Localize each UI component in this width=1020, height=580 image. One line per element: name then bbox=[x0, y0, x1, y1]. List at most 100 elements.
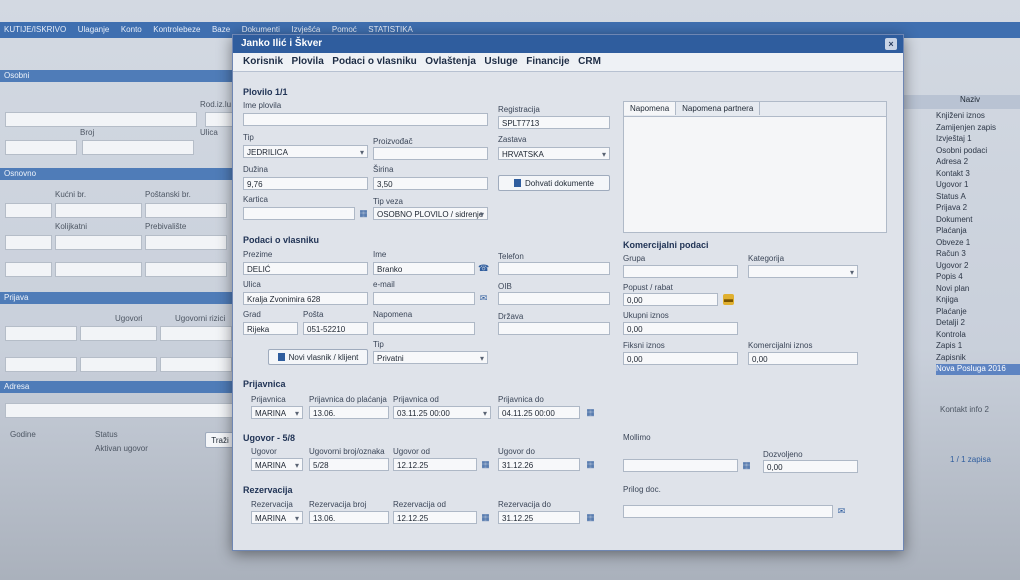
bg-field[interactable] bbox=[5, 403, 237, 418]
rezervacija-do-input[interactable]: 31.12.25 bbox=[498, 511, 580, 524]
duzina-input[interactable]: 9,76 bbox=[243, 177, 368, 190]
list-item[interactable]: Status A bbox=[936, 192, 1020, 203]
mail-icon[interactable]: ✉ bbox=[478, 293, 489, 304]
list-item[interactable]: Obveze 1 bbox=[936, 238, 1020, 249]
prijavnica-od-input[interactable]: 03.11.25 00:00 bbox=[393, 406, 491, 419]
bg-field[interactable] bbox=[145, 235, 227, 250]
menu-item[interactable]: Konto bbox=[121, 25, 142, 34]
ukupni-iznos-input[interactable]: 0,00 bbox=[623, 322, 738, 335]
calendar-icon[interactable]: ▦ bbox=[480, 512, 491, 523]
kartica-input[interactable] bbox=[243, 207, 355, 220]
menu-item[interactable]: Dokumenti bbox=[242, 25, 280, 34]
zastava-select[interactable]: HRVATSKA bbox=[498, 147, 610, 160]
search-button[interactable]: Traži bbox=[205, 432, 235, 448]
folder-icon[interactable]: ▬ bbox=[723, 294, 734, 305]
grupa-input[interactable] bbox=[623, 265, 738, 278]
bg-field[interactable] bbox=[160, 357, 232, 372]
tab-korisnik[interactable]: Korisnik bbox=[243, 56, 283, 67]
oib-input[interactable] bbox=[498, 292, 610, 305]
rezervacija-od-input[interactable]: 12.12.25 bbox=[393, 511, 477, 524]
bg-field[interactable] bbox=[55, 262, 142, 277]
posta-input[interactable]: 051-52210 bbox=[303, 322, 368, 335]
dozvoljeno-input[interactable]: 0,00 bbox=[763, 460, 858, 473]
prezime-input[interactable]: DELIĆ bbox=[243, 262, 368, 275]
list-item[interactable]: Kontakt 3 bbox=[936, 169, 1020, 180]
list-item[interactable]: Osobni podaci bbox=[936, 146, 1020, 157]
list-item[interactable]: Popis 4 bbox=[936, 272, 1020, 283]
calendar-icon[interactable]: ▦ bbox=[358, 208, 369, 219]
prijavnica-placanje-input[interactable]: 13.06. bbox=[309, 406, 389, 419]
tip-vlasnika-select[interactable]: Privatni bbox=[373, 351, 488, 364]
prijavnica-select[interactable]: MARINA bbox=[251, 406, 303, 419]
list-item[interactable]: Zapis 1 bbox=[936, 341, 1020, 352]
bg-field[interactable] bbox=[145, 203, 227, 218]
bg-field[interactable] bbox=[5, 326, 77, 341]
menu-item[interactable]: Pomoć bbox=[332, 25, 357, 34]
notes-textarea[interactable] bbox=[624, 117, 886, 232]
bg-field[interactable] bbox=[145, 262, 227, 277]
bg-field[interactable] bbox=[5, 203, 52, 218]
close-icon[interactable]: × bbox=[885, 38, 897, 50]
bg-checkbox-label[interactable]: Status bbox=[95, 430, 118, 439]
proizvodac-input[interactable] bbox=[373, 147, 488, 160]
bg-field[interactable] bbox=[80, 357, 157, 372]
dohvati-dokumente-button[interactable]: Dohvati dokumente bbox=[498, 175, 610, 191]
bg-field[interactable] bbox=[160, 326, 232, 341]
list-item[interactable]: Dokument bbox=[936, 215, 1020, 226]
attach-icon[interactable]: ✉ bbox=[836, 506, 847, 517]
komercijalni-iznos-input[interactable]: 0,00 bbox=[748, 352, 858, 365]
tab-napomena-partnera[interactable]: Napomena partnera bbox=[676, 102, 761, 115]
list-item[interactable]: Prijava 2 bbox=[936, 203, 1020, 214]
list-item[interactable]: Novi plan bbox=[936, 284, 1020, 295]
menu-item[interactable]: Baze bbox=[212, 25, 230, 34]
list-item[interactable]: Zamijenjen zapis bbox=[936, 123, 1020, 134]
tab-podaci-o-vlasniku[interactable]: Podaci o vlasniku bbox=[332, 56, 416, 67]
drzava-input[interactable] bbox=[498, 322, 610, 335]
tab-plovila[interactable]: Plovila bbox=[292, 56, 324, 67]
fiksni-iznos-input[interactable]: 0,00 bbox=[623, 352, 738, 365]
napomena-input[interactable] bbox=[373, 322, 475, 335]
list-item[interactable]: Adresa 2 bbox=[936, 157, 1020, 168]
bg-field[interactable] bbox=[5, 262, 52, 277]
bg-field[interactable] bbox=[5, 235, 52, 250]
bg-field[interactable] bbox=[5, 112, 197, 127]
search-person-icon[interactable]: ☎ bbox=[478, 263, 489, 274]
menu-item[interactable]: Izvješća bbox=[291, 25, 320, 34]
list-item[interactable]: Detalji 2 bbox=[936, 318, 1020, 329]
bg-field[interactable] bbox=[55, 203, 142, 218]
bg-field[interactable] bbox=[80, 326, 157, 341]
menu-item[interactable]: Ulaganje bbox=[78, 25, 110, 34]
list-item[interactable]: Ugovor 2 bbox=[936, 261, 1020, 272]
tab-crm[interactable]: CRM bbox=[578, 56, 601, 67]
tab-financije[interactable]: Financije bbox=[526, 56, 569, 67]
dialog-titlebar[interactable]: Janko Ilić i Škver × bbox=[233, 35, 903, 53]
menu-item[interactable]: KUTIJE/ISKRIVO bbox=[4, 25, 66, 34]
prilog-input[interactable] bbox=[623, 505, 833, 518]
ugovorni-broj-input[interactable]: 5/28 bbox=[309, 458, 389, 471]
prijavnica-do-input[interactable]: 04.11.25 00:00 bbox=[498, 406, 580, 419]
list-item[interactable]: Knjiženi iznos bbox=[936, 111, 1020, 122]
pager[interactable]: 1 / 1 zapisa bbox=[950, 455, 991, 464]
ugovor-do-input[interactable]: 31.12.26 bbox=[498, 458, 580, 471]
calendar-icon[interactable]: ▦ bbox=[741, 460, 752, 471]
list-item-selected[interactable]: Nova Posluga 2016 bbox=[936, 364, 1020, 375]
ugovor-select[interactable]: MARINA bbox=[251, 458, 303, 471]
calendar-icon[interactable]: ▦ bbox=[480, 459, 491, 470]
list-item[interactable]: Kontrola bbox=[936, 330, 1020, 341]
list-item[interactable]: Knjiga bbox=[936, 295, 1020, 306]
bg-label[interactable]: Kontakt info 2 bbox=[940, 405, 989, 414]
ulica-input[interactable]: Kralja Zvonimira 628 bbox=[243, 292, 368, 305]
telefon-input[interactable] bbox=[498, 262, 610, 275]
tip-plovila-select[interactable]: JEDRILICA bbox=[243, 145, 368, 158]
bg-field[interactable] bbox=[5, 357, 77, 372]
popust-input[interactable]: 0,00 bbox=[623, 293, 718, 306]
sirina-input[interactable]: 3,50 bbox=[373, 177, 488, 190]
novi-vlasnik-button[interactable]: Novi vlasnik / klijent bbox=[268, 349, 368, 365]
list-item[interactable]: Ugovor 1 bbox=[936, 180, 1020, 191]
bg-field[interactable] bbox=[55, 235, 142, 250]
bg-field[interactable] bbox=[205, 112, 235, 127]
menu-item[interactable]: STATISTIKA bbox=[368, 25, 413, 34]
tip-veza-select[interactable]: OSOBNO PLOVILO / sidrenje bbox=[373, 207, 488, 220]
list-item[interactable]: Izvještaj 1 bbox=[936, 134, 1020, 145]
tab-napomena[interactable]: Napomena bbox=[624, 102, 677, 115]
